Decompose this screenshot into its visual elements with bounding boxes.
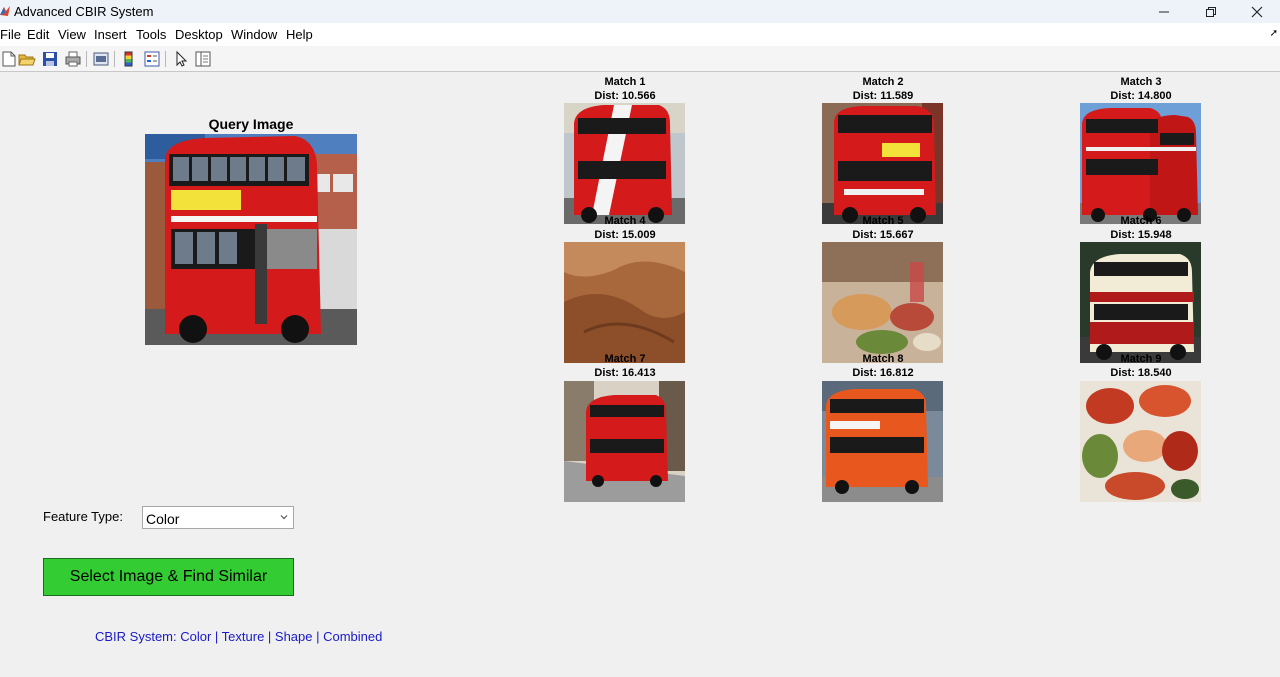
menu-bar: File Edit View Insert Tools Desktop Wind…	[0, 23, 1280, 46]
match-8-title: Match 8 Dist: 16.812	[813, 352, 953, 380]
colorbar-icon	[124, 51, 133, 67]
close-icon	[1251, 6, 1263, 17]
match-2-label: Match 2	[862, 76, 904, 88]
property-inspector-icon	[195, 51, 211, 67]
print-icon	[65, 51, 81, 67]
dock-arrow-icon[interactable]: ➚	[1270, 28, 1278, 39]
match-6-label: Match 6	[1120, 215, 1162, 227]
menu-window[interactable]: Window	[231, 27, 277, 42]
match-1-title: Match 1 Dist: 10.566	[555, 75, 695, 103]
match-9-title: Match 9 Dist: 18.540	[1071, 352, 1211, 380]
pointer-button[interactable]	[172, 50, 190, 68]
match-7-image	[564, 381, 685, 502]
matlab-logo-icon	[0, 6, 10, 16]
new-figure-button[interactable]	[0, 50, 18, 68]
match-4-image	[564, 242, 685, 363]
match-5-label: Match 5	[862, 215, 904, 227]
print-button[interactable]	[64, 50, 82, 68]
menu-view[interactable]: View	[58, 27, 86, 42]
feature-type-value: Color	[146, 511, 180, 527]
close-button[interactable]	[1234, 0, 1280, 23]
match-3-dist: Dist: 14.800	[1110, 90, 1172, 102]
minimize-button[interactable]	[1141, 0, 1187, 23]
toolbar-separator	[165, 51, 166, 67]
menu-file[interactable]: File	[0, 27, 21, 42]
match-9-label: Match 9	[1120, 353, 1162, 365]
menu-tools[interactable]: Tools	[136, 27, 166, 42]
match-7-dist: Dist: 16.413	[594, 367, 656, 379]
match-3-label: Match 3	[1120, 76, 1162, 88]
match-2-image	[822, 103, 943, 224]
match-5-image	[822, 242, 943, 363]
match-1-image	[564, 103, 685, 224]
pointer-icon	[176, 50, 188, 67]
window-title: Advanced CBIR System	[14, 4, 154, 19]
match-1-label: Match 1	[604, 76, 646, 88]
save-button[interactable]	[41, 50, 59, 68]
match-2-dist: Dist: 11.589	[852, 90, 914, 102]
restore-icon	[1206, 6, 1216, 17]
match-3-image	[1080, 103, 1201, 224]
menu-insert[interactable]: Insert	[94, 27, 127, 42]
match-8-label: Match 8	[862, 353, 904, 365]
match-4-dist: Dist: 15.009	[594, 229, 656, 241]
match-6-dist: Dist: 15.948	[1110, 229, 1172, 241]
match-9-image	[1080, 381, 1201, 502]
figure-toolbar	[0, 46, 1280, 72]
chevron-down-icon	[280, 515, 288, 520]
legend-icon	[144, 51, 160, 67]
feature-type-label: Feature Type:	[43, 509, 123, 524]
match-6-image	[1080, 242, 1201, 363]
link-plot-button[interactable]	[92, 50, 110, 68]
match-4-label: Match 4	[604, 215, 646, 227]
query-image	[145, 134, 357, 345]
match-4-title: Match 4 Dist: 15.009	[555, 214, 695, 242]
menu-edit[interactable]: Edit	[27, 27, 49, 42]
open-file-icon	[18, 54, 36, 66]
match-8-dist: Dist: 16.812	[852, 367, 914, 379]
match-5-dist: Dist: 15.667	[852, 229, 914, 241]
match-7-title: Match 7 Dist: 16.413	[555, 352, 695, 380]
menu-help[interactable]: Help	[286, 27, 313, 42]
match-8-image	[822, 381, 943, 502]
colorbar-button[interactable]	[120, 50, 138, 68]
match-5-title: Match 5 Dist: 15.667	[813, 214, 953, 242]
select-image-find-similar-button[interactable]: Select Image & Find Similar	[43, 558, 294, 596]
link-plot-icon	[93, 52, 109, 66]
match-3-title: Match 3 Dist: 14.800	[1071, 75, 1211, 103]
minimize-icon	[1159, 11, 1169, 12]
match-7-label: Match 7	[604, 353, 646, 365]
query-image-title: Query Image	[208, 116, 294, 132]
match-1-dist: Dist: 10.566	[594, 90, 656, 102]
open-file-button[interactable]	[18, 50, 36, 68]
new-figure-icon	[2, 51, 16, 67]
toolbar-separator	[114, 51, 115, 67]
property-inspector-button[interactable]	[194, 50, 212, 68]
menu-desktop[interactable]: Desktop	[175, 27, 223, 42]
legend-button[interactable]	[143, 50, 161, 68]
match-6-title: Match 6 Dist: 15.948	[1071, 214, 1211, 242]
match-9-dist: Dist: 18.540	[1110, 367, 1172, 379]
toolbar-separator	[86, 51, 87, 67]
match-2-title: Match 2 Dist: 11.589	[813, 75, 953, 103]
title-bar: Advanced CBIR System	[0, 0, 1280, 23]
feature-type-dropdown[interactable]: Color	[142, 506, 294, 529]
save-icon	[43, 52, 57, 66]
cbir-info-text: CBIR System: Color | Texture | Shape | C…	[95, 629, 383, 644]
restore-button[interactable]	[1188, 0, 1234, 23]
